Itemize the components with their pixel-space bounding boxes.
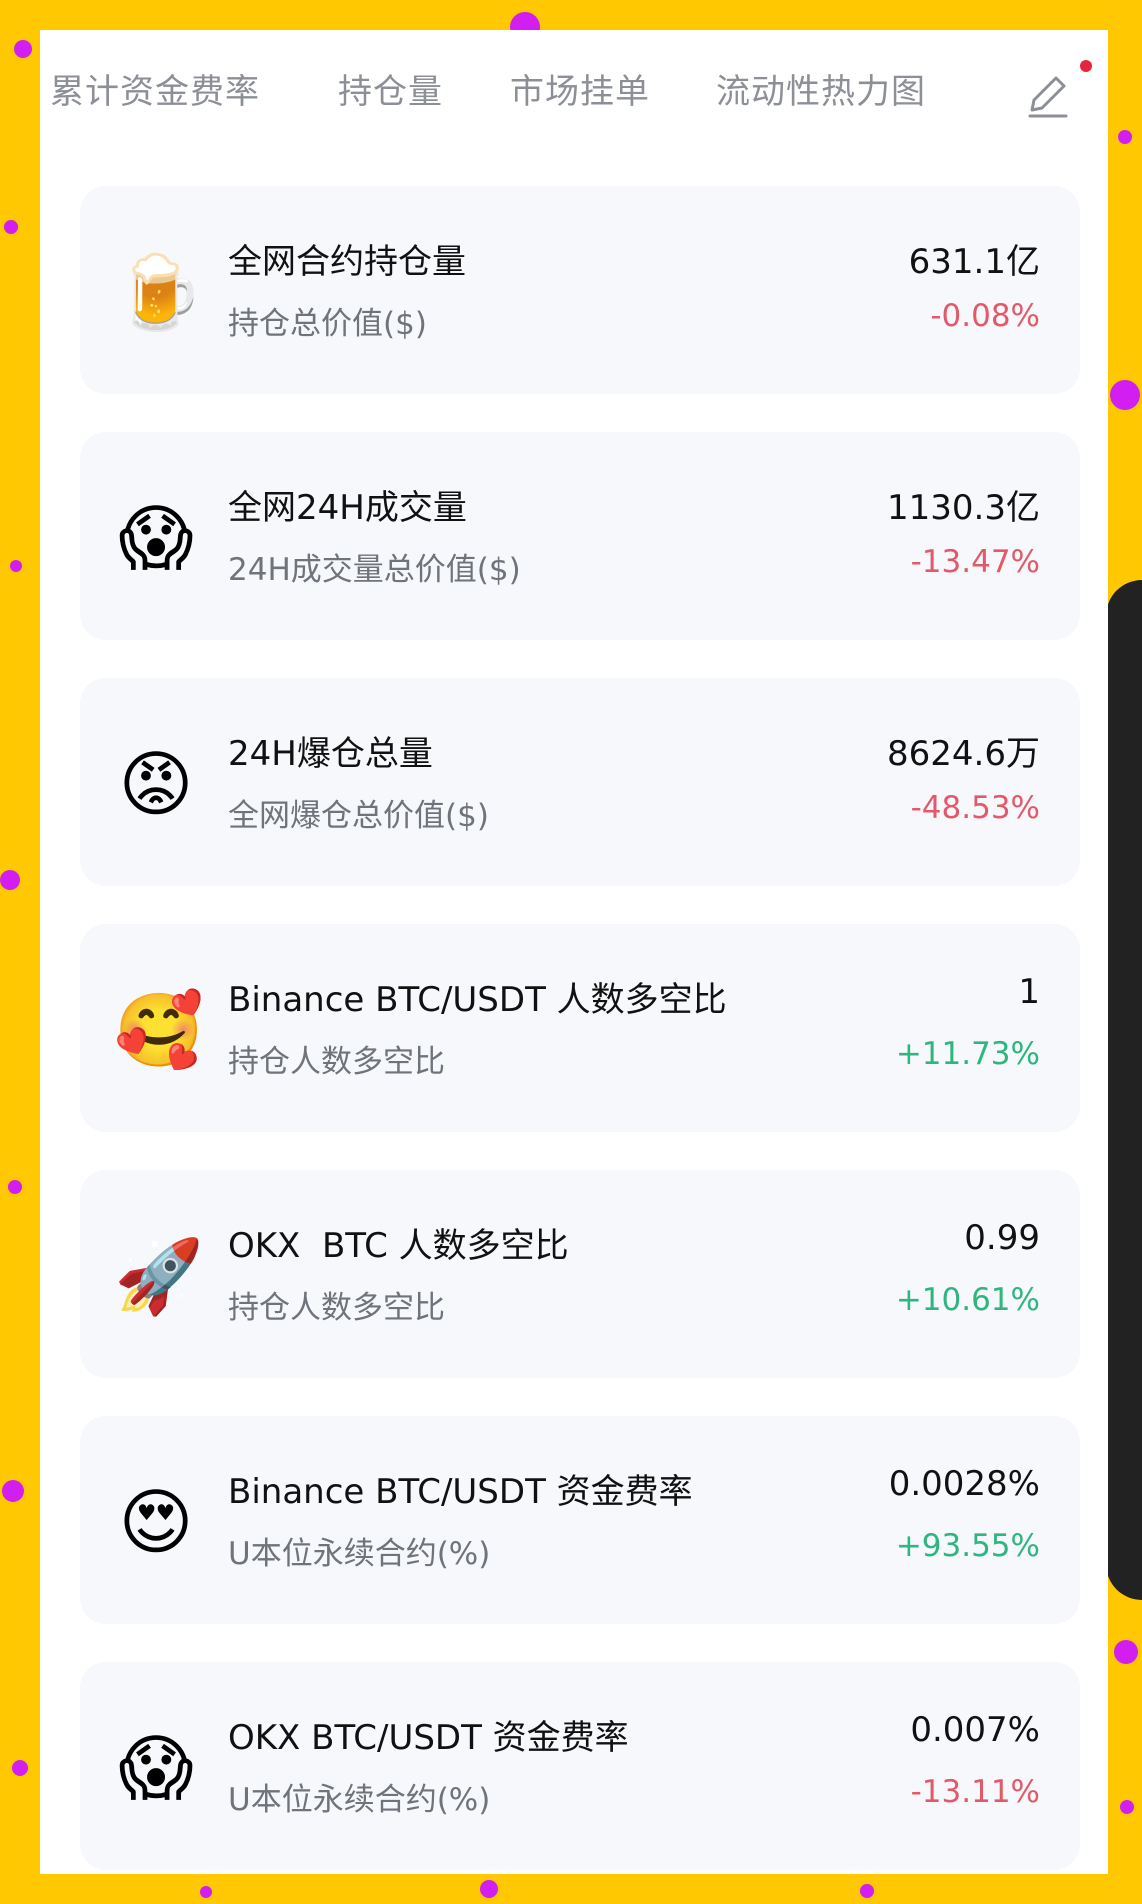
stat-title: Binance BTC/USDT 人数多空比	[228, 980, 727, 1020]
stat-subtitle: U本位永续合约(%)	[228, 1782, 491, 1818]
screaming-face-icon: 😱	[118, 1726, 194, 1810]
decor-dot	[2, 1480, 24, 1502]
stat-card-24h-volume[interactable]: 😱 全网24H成交量 24H成交量总价值($) 1130.3亿 -13.47%	[80, 432, 1080, 640]
stat-card-binance-long-short[interactable]: 🥰 Binance BTC/USDT 人数多空比 持仓人数多空比 1 +11.7…	[80, 924, 1080, 1132]
pencil-icon	[1028, 76, 1068, 118]
stat-title: 24H爆仓总量	[228, 734, 433, 774]
stat-change: +93.55%	[895, 1528, 1040, 1564]
stat-change: -13.11%	[910, 1774, 1040, 1810]
stats-panel: 累计资金费率 持仓量 市场挂单 流动性热力图 🍺 全网合约持仓量 持仓总价值($…	[40, 30, 1108, 1874]
heart-eyes-face-icon: 😍	[118, 1480, 194, 1564]
decor-dot	[1120, 1800, 1134, 1814]
tab-bar: 累计资金费率 持仓量 市场挂单 流动性热力图	[40, 30, 1108, 148]
stat-title: OKX BTC/USDT 资金费率	[228, 1718, 629, 1758]
beer-mug-icon: 🍺	[114, 250, 204, 334]
stat-card-24h-liquidations[interactable]: 😡 24H爆仓总量 全网爆仓总价值($) 8624.6万 -48.53%	[80, 678, 1080, 886]
stat-subtitle: 持仓人数多空比	[228, 1290, 445, 1326]
stat-change: +11.73%	[895, 1036, 1040, 1072]
stat-subtitle: U本位永续合约(%)	[228, 1536, 491, 1572]
decor-dot	[1114, 1640, 1138, 1664]
stat-value: 8624.6万	[887, 734, 1040, 774]
decor-dot	[0, 870, 20, 890]
rocket-icon: 🚀	[114, 1234, 204, 1318]
stat-change: -0.08%	[930, 298, 1040, 334]
stat-change: -13.47%	[910, 544, 1040, 580]
edit-button[interactable]	[1018, 64, 1078, 124]
decor-dot	[14, 40, 32, 58]
stat-value: 0.007%	[910, 1710, 1040, 1750]
decor-dot	[480, 1880, 498, 1898]
stat-subtitle: 全网爆仓总价值($)	[228, 798, 489, 834]
screaming-face-icon: 😱	[118, 496, 194, 580]
stat-card-okx-funding-rate[interactable]: 😱 OKX BTC/USDT 资金费率 U本位永续合约(%) 0.007% -1…	[80, 1662, 1080, 1870]
stat-value: 631.1亿	[908, 242, 1040, 282]
stat-title: OKX BTC 人数多空比	[228, 1226, 569, 1266]
stat-card-open-interest[interactable]: 🍺 全网合约持仓量 持仓总价值($) 631.1亿 -0.08%	[80, 186, 1080, 394]
stats-list: 🍺 全网合约持仓量 持仓总价值($) 631.1亿 -0.08% 😱 全网24H…	[80, 186, 1080, 1874]
stat-title: 全网24H成交量	[228, 488, 467, 528]
stat-card-binance-funding-rate[interactable]: 😍 Binance BTC/USDT 资金费率 U本位永续合约(%) 0.002…	[80, 1416, 1080, 1624]
stat-subtitle: 持仓人数多空比	[228, 1044, 445, 1080]
stat-subtitle: 24H成交量总价值($)	[228, 552, 521, 588]
stat-value: 0.0028%	[888, 1464, 1040, 1504]
notification-dot	[1080, 60, 1092, 72]
decor-dot	[10, 560, 22, 572]
tab-market-orders[interactable]: 市场挂单	[510, 64, 650, 113]
angry-face-icon: 😡	[118, 742, 194, 826]
decor-dot	[1110, 380, 1140, 410]
stat-value: 1	[1018, 972, 1040, 1012]
stat-subtitle: 持仓总价值($)	[228, 306, 427, 342]
stat-card-okx-long-short[interactable]: 🚀 OKX BTC 人数多空比 持仓人数多空比 0.99 +10.61%	[80, 1170, 1080, 1378]
decor-dot	[12, 1760, 28, 1776]
stat-change: -48.53%	[910, 790, 1040, 826]
smiling-face-with-hearts-icon: 🥰	[114, 988, 204, 1072]
tab-open-interest[interactable]: 持仓量	[338, 64, 443, 113]
tab-cumulative-funding-rate[interactable]: 累计资金费率	[50, 64, 260, 113]
stat-title: Binance BTC/USDT 资金费率	[228, 1472, 693, 1512]
stat-change: +10.61%	[895, 1282, 1040, 1318]
decor-dot	[8, 1180, 22, 1194]
background-photo-edge	[1106, 580, 1142, 1600]
decor-dot	[1118, 130, 1132, 144]
decor-dot	[4, 220, 18, 234]
tab-liquidity-heatmap[interactable]: 流动性热力图	[716, 64, 926, 113]
decor-dot	[860, 1884, 874, 1898]
stat-value: 0.99	[964, 1218, 1040, 1258]
stat-value: 1130.3亿	[887, 488, 1040, 528]
decor-dot	[200, 1886, 212, 1898]
stat-title: 全网合约持仓量	[228, 242, 466, 282]
